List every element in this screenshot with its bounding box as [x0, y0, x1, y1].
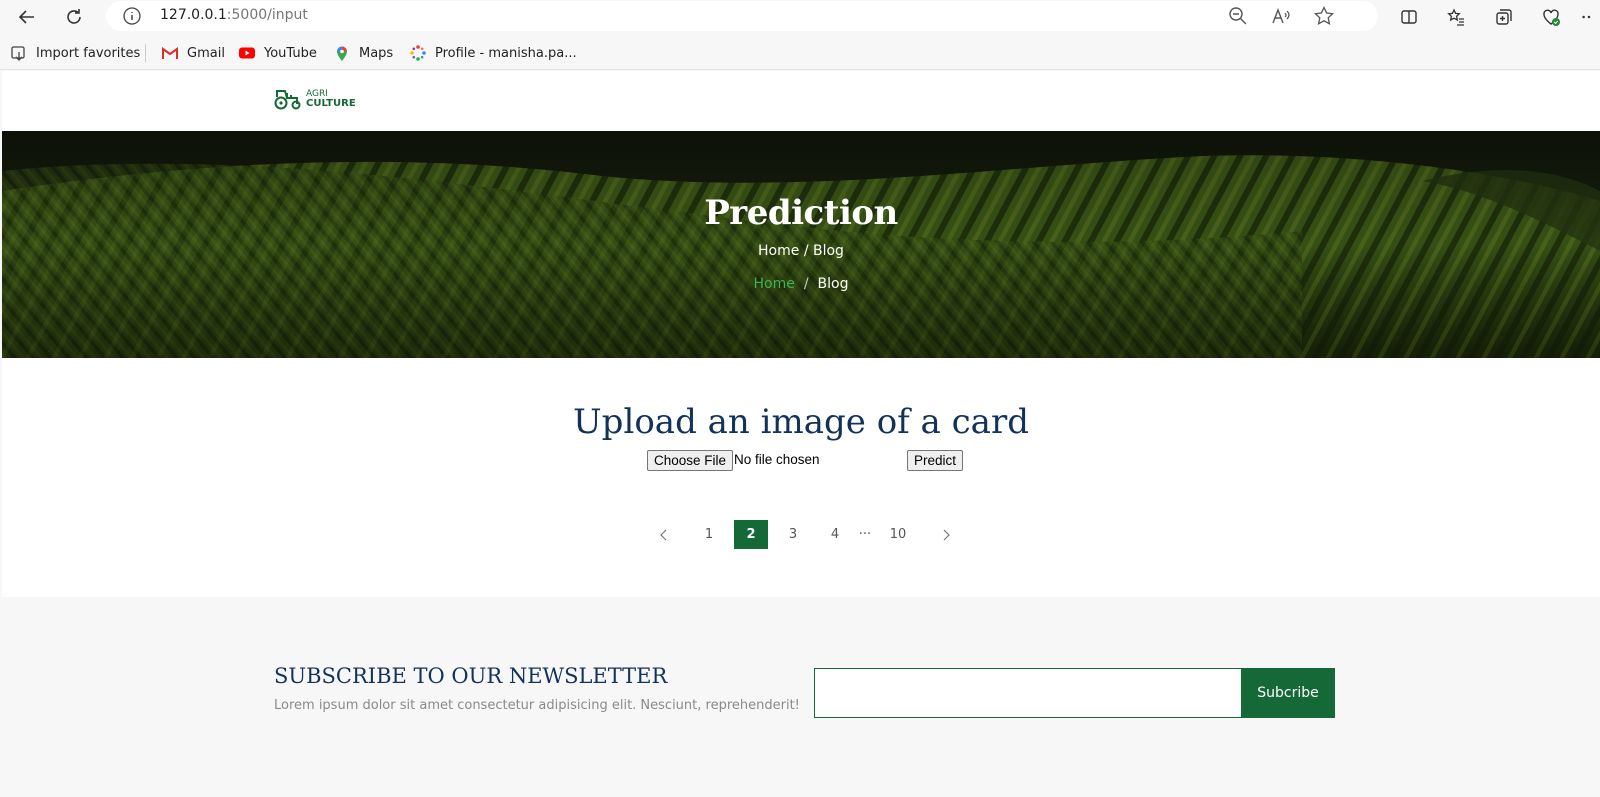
upload-form: Choose File No file chosen Predict: [647, 450, 964, 472]
bookmark-gmail[interactable]: Gmail: [161, 43, 225, 63]
url-host: 127.0.0.1: [160, 7, 227, 23]
read-aloud-icon[interactable]: [1270, 5, 1292, 27]
pagination-page-3[interactable]: 3: [776, 520, 810, 549]
pagination-page-2[interactable]: 2: [734, 520, 768, 549]
upload-heading: Upload an image of a card: [573, 402, 1029, 442]
site-logo[interactable]: AGRI CULTURE: [274, 87, 356, 111]
page-title: Prediction: [704, 193, 898, 233]
pagination-page-1[interactable]: 1: [692, 520, 726, 549]
profile-icon: [409, 44, 427, 62]
pagination-page-4[interactable]: 4: [818, 520, 852, 549]
newsletter-email-input[interactable]: [814, 668, 1243, 718]
bookmark-maps[interactable]: Maps: [333, 43, 393, 63]
site-header: AGRI CULTURE: [2, 71, 1600, 131]
zoom-out-icon[interactable]: [1227, 5, 1249, 27]
logo-text: AGRI CULTURE: [306, 89, 356, 109]
newsletter-section: SUBSCRIBE TO OUR NEWSLETTER Lorem ipsum …: [2, 597, 1600, 797]
favorite-star-icon[interactable]: [1313, 5, 1335, 27]
newsletter-subtitle: Lorem ipsum dolor sit amet consectetur a…: [274, 698, 800, 713]
pagination: 1 2 3 4 ... 10: [2, 520, 1600, 550]
bookmark-label: Profile - manisha.pa...: [435, 45, 577, 61]
breadcrumb-separator: /: [803, 276, 809, 292]
bookmark-youtube[interactable]: YouTube: [238, 43, 317, 63]
predict-button[interactable]: Predict: [907, 450, 964, 471]
site-info-icon[interactable]: [122, 6, 142, 26]
file-status-text: No file chosen: [734, 452, 820, 467]
url-path: :5000/input: [226, 7, 308, 23]
browser-essentials-icon[interactable]: [1538, 4, 1564, 30]
refresh-icon[interactable]: [61, 4, 87, 30]
address-bar[interactable]: 127.0.0.1:5000/input: [106, 1, 1378, 31]
bookmark-label: Gmail: [187, 45, 225, 61]
back-icon[interactable]: [14, 4, 40, 30]
gmail-icon: [161, 44, 179, 62]
logo-line-2: CULTURE: [306, 98, 356, 109]
url-text: 127.0.0.1:5000/input: [160, 7, 308, 23]
collections-icon[interactable]: [1491, 4, 1517, 30]
more-options-icon[interactable]: [1580, 4, 1598, 30]
breadcrumb: Home / Blog: [2, 276, 1600, 292]
pagination-ellipsis: ...: [858, 523, 872, 538]
newsletter-title: SUBSCRIBE TO OUR NEWSLETTER: [274, 664, 668, 688]
subscribe-button[interactable]: Subcribe: [1241, 668, 1335, 718]
pagination-page-10[interactable]: 10: [881, 520, 915, 549]
hero-banner: Prediction Home / Blog Home / Blog: [2, 131, 1600, 358]
tractor-icon: [274, 90, 301, 110]
breadcrumb-current: Blog: [817, 276, 849, 292]
bookmark-label: Import favorites: [36, 45, 141, 61]
pagination-prev-icon[interactable]: [647, 520, 681, 549]
pagination-next-icon[interactable]: [929, 520, 963, 549]
browser-toolbar: 127.0.0.1:5000/input: [0, 0, 1600, 34]
favorites-icon[interactable]: [1443, 4, 1469, 30]
maps-icon: [333, 44, 351, 62]
bookmark-label: Maps: [359, 45, 394, 61]
breadcrumb-text: Home / Blog: [758, 243, 844, 259]
import-favorites-icon: [10, 44, 28, 62]
youtube-icon: [238, 44, 256, 62]
choose-file-button[interactable]: Choose File: [647, 450, 734, 471]
bookmark-profile[interactable]: Profile - manisha.pa...: [409, 43, 577, 63]
split-screen-icon[interactable]: [1396, 4, 1422, 30]
breadcrumb-home-link[interactable]: Home: [753, 276, 794, 292]
web-page: AGRI CULTURE Prediction Home / Blog Home…: [2, 71, 1600, 797]
bookmark-label: YouTube: [264, 45, 317, 61]
bookmarks-bar: Import favorites Gmail YouTube Maps Prof…: [0, 34, 1600, 70]
bookmark-import-favorites[interactable]: Import favorites: [10, 43, 140, 63]
bookmark-separator: [145, 44, 146, 62]
